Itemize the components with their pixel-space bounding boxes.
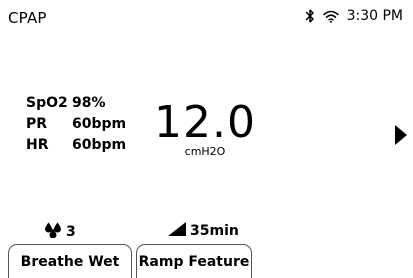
wifi-icon	[322, 10, 339, 23]
pressure-display: 12.0 cmH2O	[150, 100, 260, 158]
vital-row-spo2: SpO2 98%	[26, 92, 126, 113]
vital-label: SpO2	[26, 94, 68, 111]
ramp-time: 35min	[190, 223, 239, 239]
status-bar: CPAP 3:30 PM	[0, 0, 413, 34]
water-drops-icon	[44, 222, 62, 242]
vitals-panel: SpO2 98% PR 60bpm HR 60bpm	[26, 92, 126, 155]
vital-label: HR	[26, 136, 49, 153]
vital-value: 60bpm	[72, 136, 127, 153]
status-icons: 3:30 PM	[305, 8, 403, 24]
vital-value: 60bpm	[72, 115, 127, 132]
ramp-indicator: 35min	[168, 222, 239, 240]
vital-row-pr: PR 60bpm	[26, 113, 126, 134]
pressure-value: 12.0	[154, 97, 256, 148]
humidity-level: 3	[66, 224, 76, 240]
humidity-indicator: 3	[44, 222, 76, 242]
vital-label: PR	[26, 115, 48, 132]
ramp-icon	[168, 222, 186, 240]
ramp-feature-button[interactable]: Ramp Feature	[136, 244, 252, 278]
play-arrow-right-icon[interactable]	[394, 124, 408, 146]
vital-row-hr: HR 60bpm	[26, 134, 126, 155]
bluetooth-icon	[305, 9, 315, 23]
app-title: CPAP	[8, 9, 47, 27]
cpap-screen: CPAP 3:30 PM SpO2 98% PR 60bpm HR 60bpm …	[0, 0, 413, 278]
vital-value: 98%	[72, 94, 106, 111]
clock-time: 3:30 PM	[346, 8, 403, 24]
breathe-wet-button[interactable]: Breathe Wet	[8, 244, 132, 278]
